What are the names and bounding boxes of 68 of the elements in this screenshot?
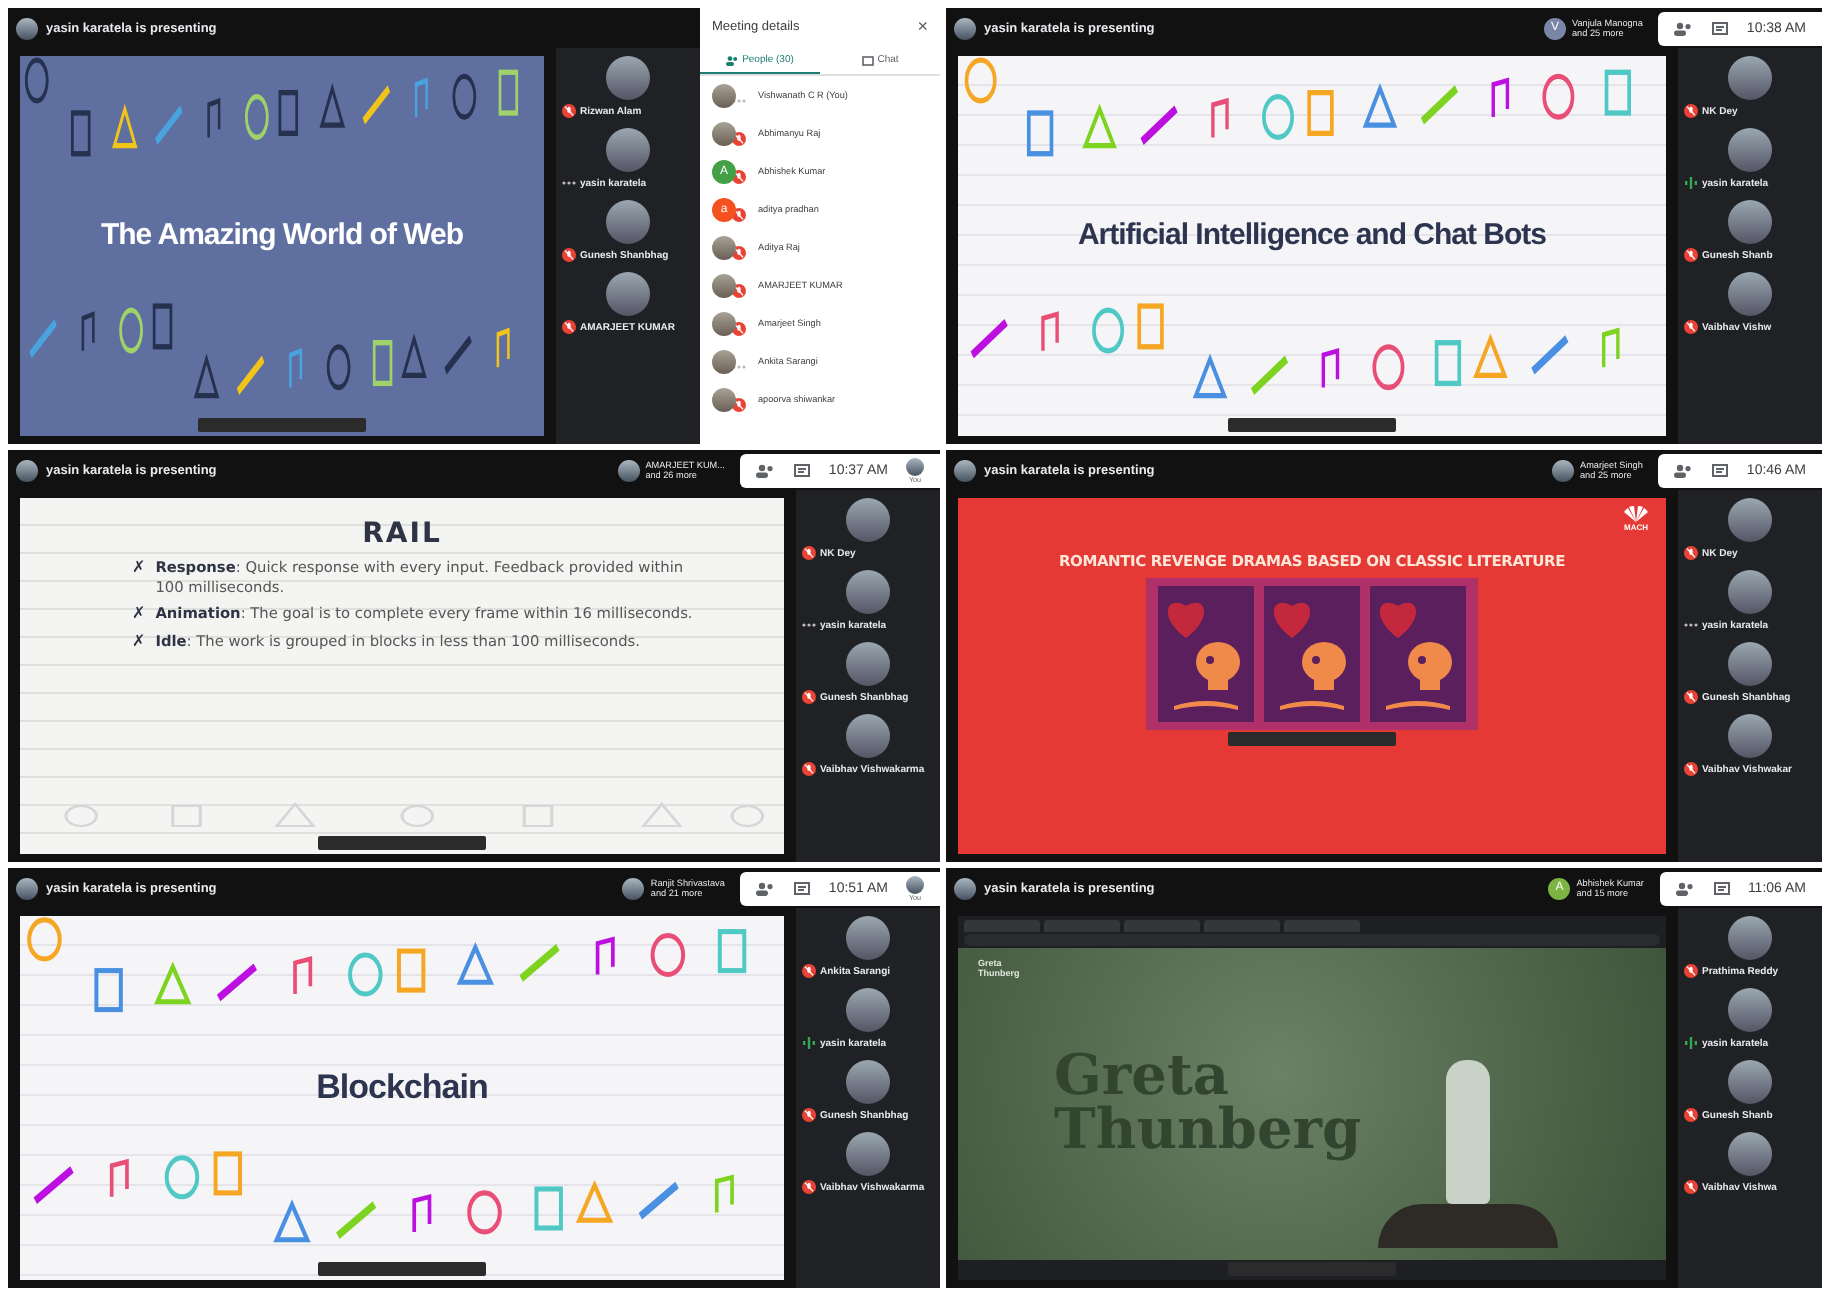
avatar (712, 273, 736, 297)
slide-title: Blockchain (316, 1069, 488, 1107)
avatar (1728, 1132, 1772, 1176)
people-icon[interactable] (1674, 21, 1695, 35)
avatar (1728, 56, 1772, 100)
avatar (606, 128, 650, 172)
avatar (1728, 1060, 1772, 1104)
people-icon[interactable] (756, 463, 777, 477)
heart-skull-card-drawing (1158, 586, 1254, 722)
avatar (1728, 570, 1772, 614)
presenter-avatar (954, 17, 976, 39)
chat-icon[interactable] (1713, 881, 1730, 895)
avatar (1728, 128, 1772, 172)
avatar (1728, 272, 1772, 316)
avatar (712, 121, 736, 145)
chat-icon[interactable] (1712, 463, 1729, 477)
chat-icon (861, 55, 874, 65)
slide-title: Artificial Intelligence and Chat Bots (1077, 219, 1547, 253)
avatar (712, 349, 736, 373)
presenter-avatar (16, 459, 38, 481)
avatar (1728, 642, 1772, 686)
avatar (1552, 459, 1574, 481)
avatar (846, 570, 890, 614)
avatar (906, 457, 924, 475)
slide-title: RAIL (360, 518, 444, 550)
chat-icon[interactable] (794, 881, 811, 895)
bullet-mark: ✗ (132, 558, 146, 580)
avatar (846, 988, 890, 1032)
presenter-avatar (16, 17, 38, 39)
avatar (846, 642, 890, 686)
avatar (606, 200, 650, 244)
close-button[interactable]: × (917, 18, 928, 36)
avatar (712, 311, 736, 335)
avatar (712, 235, 736, 259)
chat-icon[interactable] (1712, 21, 1729, 35)
presenter-avatar (16, 877, 38, 899)
avatar (846, 714, 890, 758)
slide-title: The Amazing World of Web (100, 219, 464, 253)
people-icon[interactable] (756, 881, 777, 895)
avatar (617, 459, 640, 481)
avatar (1728, 916, 1772, 960)
people-icon[interactable] (1675, 881, 1696, 895)
presenter-avatar (954, 459, 976, 481)
avatar (712, 83, 736, 107)
avatar (846, 1132, 890, 1176)
heart-skull-card-drawing (1370, 586, 1466, 722)
avatar (846, 916, 890, 960)
heart-skull-card-drawing (1264, 586, 1360, 722)
avatar (1728, 714, 1772, 758)
avatar (606, 272, 650, 316)
presenter-avatar (954, 877, 976, 899)
chat-icon[interactable] (794, 463, 811, 477)
bullet-mark: ✗ (132, 631, 146, 654)
people-icon (726, 55, 739, 65)
photo-placeholder (1445, 1060, 1490, 1204)
avatar (846, 498, 890, 542)
fan-logo-icon (1622, 506, 1650, 522)
avatar (606, 56, 650, 100)
bullet-mark: ✗ (132, 603, 146, 626)
avatar (1728, 200, 1772, 244)
avatar (846, 1060, 890, 1104)
headline-text: Thunberg (1054, 1104, 1362, 1158)
avatar (1728, 988, 1772, 1032)
avatar (906, 875, 924, 893)
avatar (1728, 498, 1772, 542)
people-icon[interactable] (1674, 463, 1695, 477)
avatar (712, 387, 736, 411)
avatar (622, 877, 645, 899)
